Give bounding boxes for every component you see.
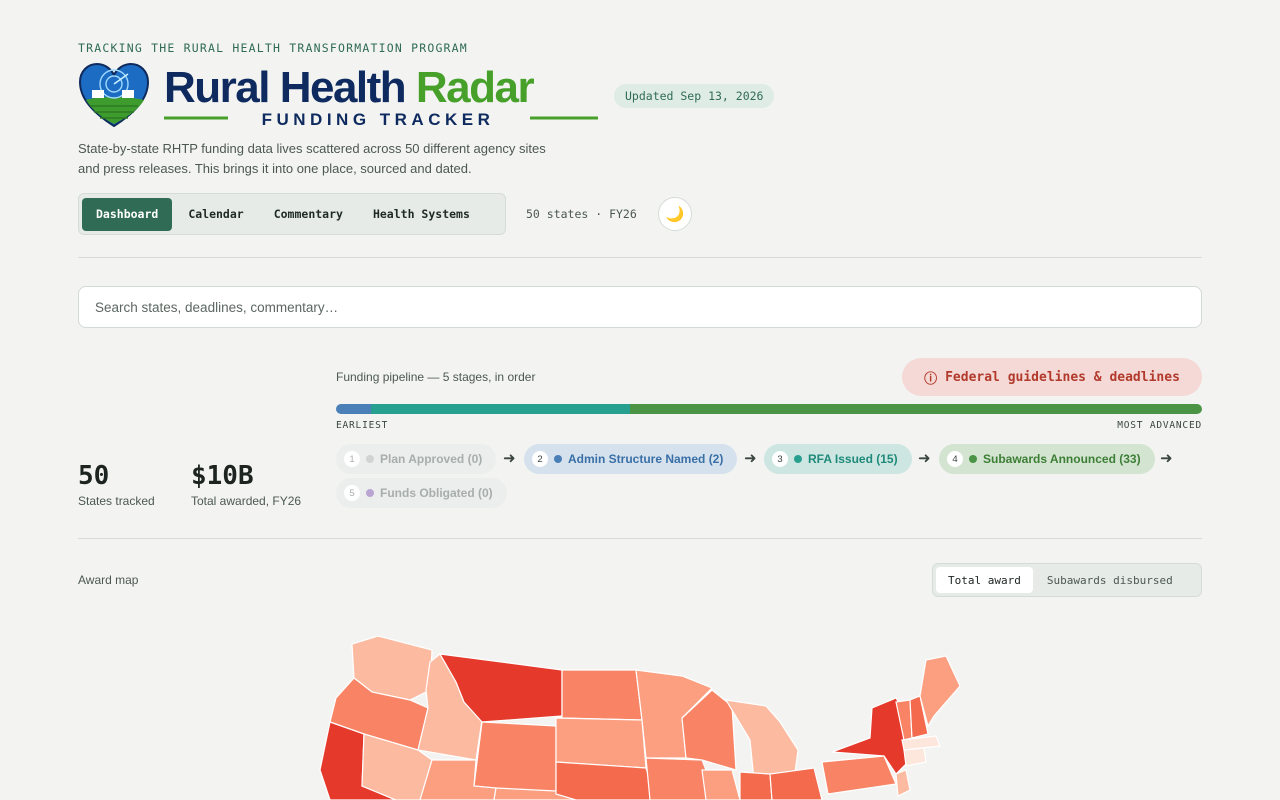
stat-awarded-value: $10B [191, 461, 254, 491]
bar-segment-admin [336, 404, 371, 414]
stage-dot [969, 455, 977, 463]
eyebrow-tagline: TRACKING THE RURAL HEALTH TRANSFORMATION… [78, 41, 468, 55]
state-michigan[interactable] [724, 699, 799, 781]
arrow-right-icon: ➜ [744, 450, 757, 467]
state-connecticut[interactable] [903, 747, 927, 767]
bar-segment-rfa [370, 404, 631, 414]
stat-states-label: States tracked [78, 494, 155, 508]
map-title: Award map [78, 573, 139, 587]
stat-states-value: 50 [78, 461, 110, 491]
pipeline-title: Funding pipeline — 5 stages, in order [336, 370, 536, 384]
tab-dashboard[interactable]: Dashboard [82, 197, 173, 231]
logo-subtitle: FUNDING TRACKER [262, 110, 495, 129]
stage-label: Plan Approved (0) [380, 452, 483, 466]
moon-icon: 🌙 [665, 206, 685, 223]
stage-label: RFA Issued (15) [808, 452, 898, 466]
rural-health-radar-logo[interactable]: Rural Health Radar FUNDING TRACKER [78, 62, 600, 130]
toggle-subawards-disbursed[interactable]: Subawards disbursed [1035, 567, 1185, 593]
pipeline-progress-bar [336, 404, 1202, 414]
state-south-dakota[interactable] [555, 717, 647, 769]
toggle-total-award[interactable]: Total award [936, 567, 1033, 593]
arrow-right-icon: ➜ [503, 450, 516, 467]
stage-number: 5 [344, 485, 360, 501]
stage-rfa-issued[interactable]: 3 RFA Issued (15) [764, 444, 912, 474]
state-wyoming[interactable] [473, 721, 557, 795]
stage-dot [794, 455, 802, 463]
state-maine[interactable] [919, 655, 961, 728]
stage-dot [366, 455, 374, 463]
radar-heart-icon [78, 62, 150, 128]
main-nav: Dashboard Calendar Commentary Health Sys… [78, 193, 506, 235]
tab-commentary[interactable]: Commentary [260, 198, 357, 231]
info-circle-icon: ⓘ [924, 371, 938, 387]
earliest-label: EARLIEST [336, 420, 389, 431]
stage-label: Admin Structure Named (2) [568, 452, 724, 466]
divider [78, 538, 1202, 539]
state-illinois[interactable] [701, 769, 741, 800]
tab-calendar[interactable]: Calendar [174, 198, 257, 231]
state-ohio[interactable] [769, 767, 823, 800]
stage-number: 4 [947, 451, 963, 467]
bar-segment-subawards [630, 404, 1202, 414]
stage-number: 1 [344, 451, 360, 467]
map-metric-toggle: Total award Subawards disbursed [932, 563, 1202, 597]
state-new-jersey[interactable] [895, 769, 911, 797]
divider [78, 257, 1202, 258]
theme-toggle-button[interactable]: 🌙 [658, 197, 692, 231]
stage-number: 2 [532, 451, 548, 467]
federal-guidelines-button[interactable]: ⓘ Federal guidelines & deadlines [902, 358, 1202, 396]
stage-subawards-announced[interactable]: 4 Subawards Announced (33) [939, 444, 1155, 474]
search-input[interactable] [78, 286, 1202, 328]
stage-admin-structure[interactable]: 2 Admin Structure Named (2) [524, 444, 738, 474]
stage-dot [554, 455, 562, 463]
tab-health-systems[interactable]: Health Systems [359, 198, 484, 231]
state-indiana[interactable] [739, 771, 773, 800]
state-nebraska[interactable] [555, 761, 657, 800]
state-north-dakota[interactable] [561, 669, 643, 721]
stage-label: Subawards Announced (33) [983, 452, 1141, 466]
stat-awarded-label: Total awarded, FY26 [191, 494, 302, 508]
scope-meta: 50 states · FY26 [526, 207, 637, 221]
page-description: State-by-state RHTP funding data lives s… [78, 141, 546, 176]
stage-number: 3 [772, 451, 788, 467]
stage-plan-approved[interactable]: 1 Plan Approved (0) [336, 444, 497, 474]
updated-badge: Updated Sep 13, 2026 [614, 84, 775, 108]
state-pennsylvania[interactable] [821, 755, 897, 795]
stage-funds-obligated[interactable]: 5 Funds Obligated (0) [336, 478, 507, 508]
arrow-right-icon: ➜ [918, 450, 931, 467]
logo-wordmark: Rural Health Radar [164, 63, 534, 112]
most-advanced-label: MOST ADVANCED [1117, 420, 1202, 431]
us-award-map [319, 635, 961, 800]
federal-guidelines-label: Federal guidelines & deadlines [945, 369, 1180, 385]
stage-label: Funds Obligated (0) [380, 486, 493, 500]
arrow-right-icon: ➜ [1160, 450, 1173, 467]
stage-dot [366, 489, 374, 497]
